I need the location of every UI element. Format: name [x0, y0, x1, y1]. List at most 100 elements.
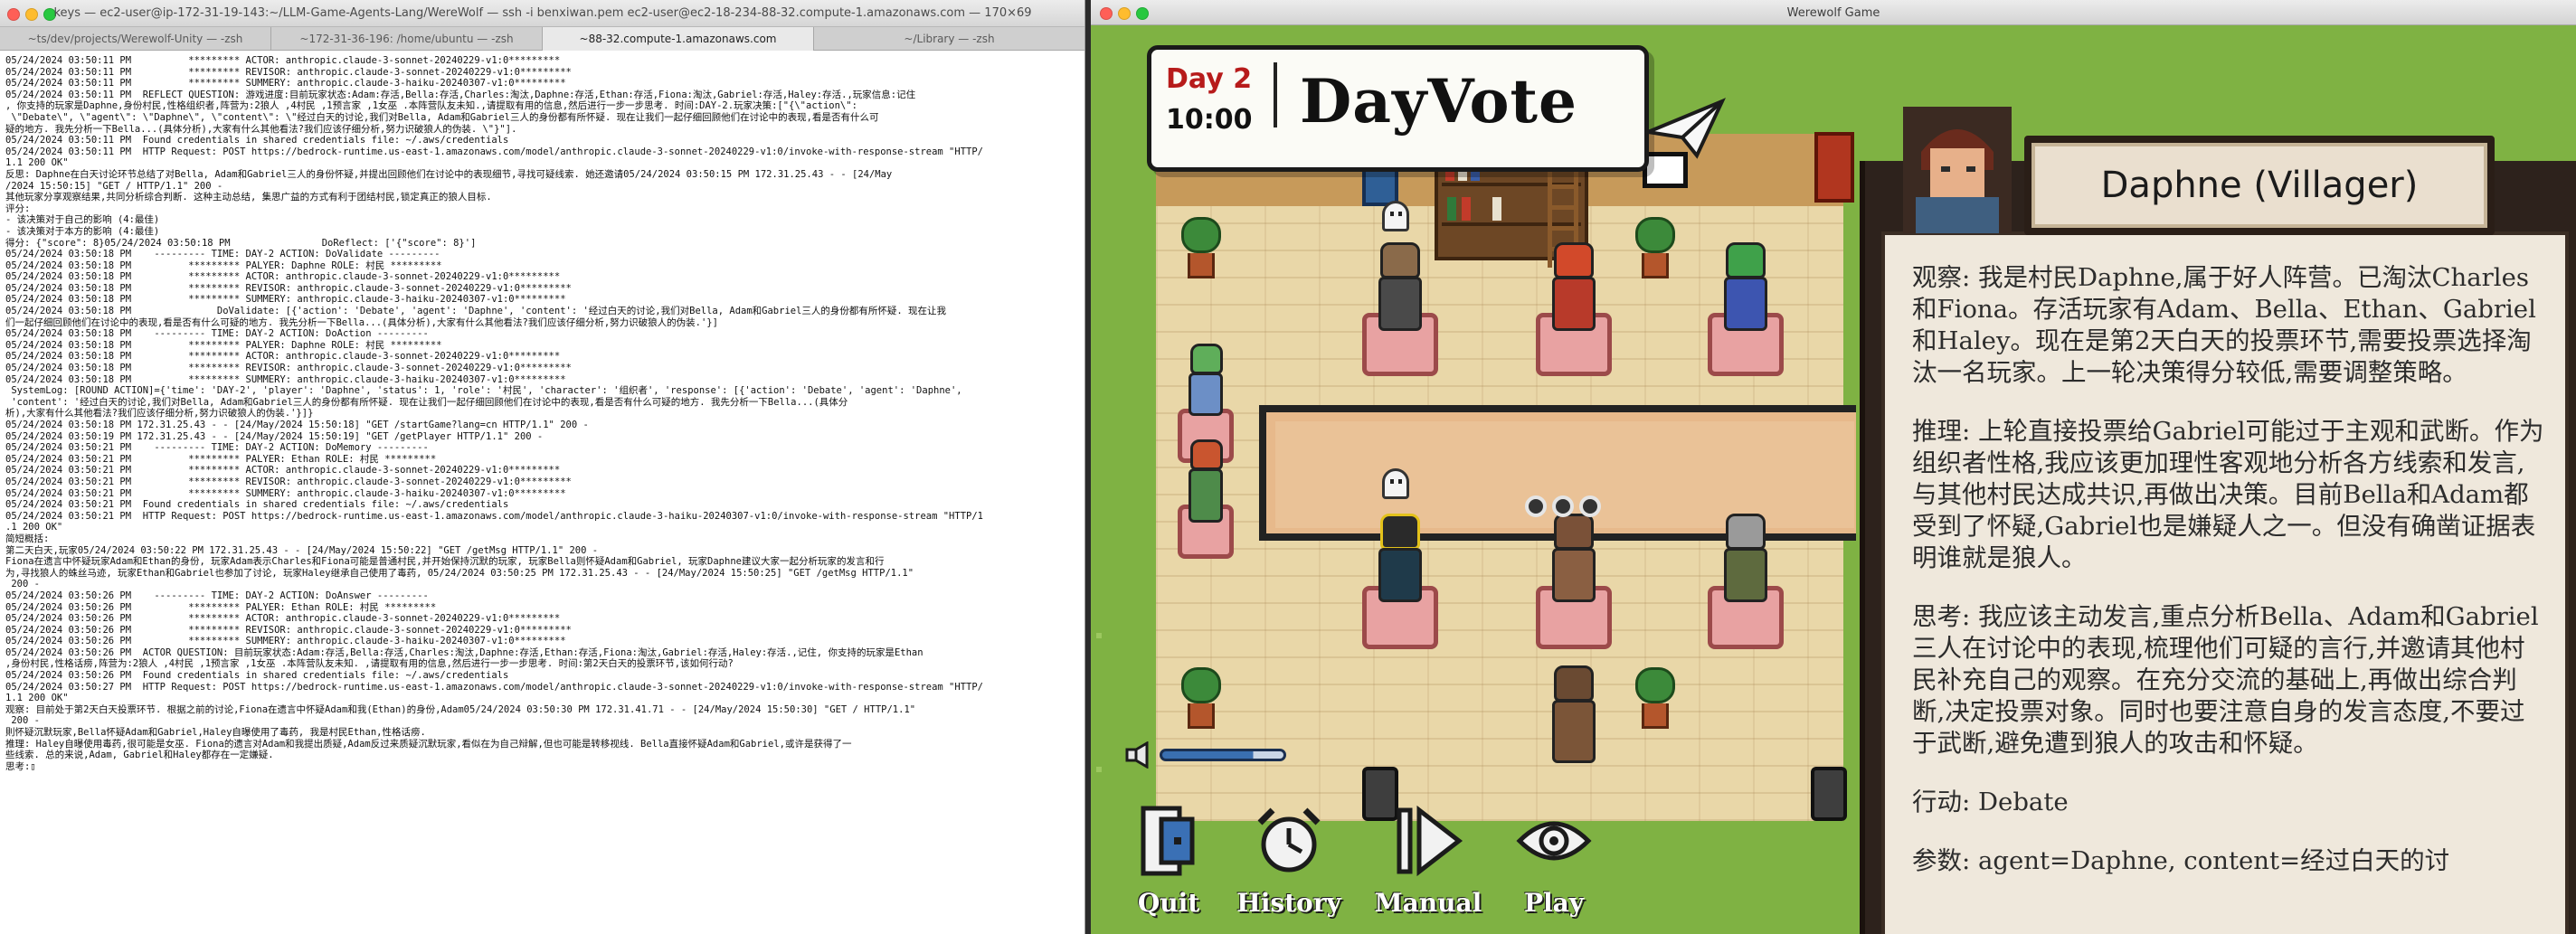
terminal-tab[interactable]: ~172-31-36-196: /home/ubuntu — -zsh: [271, 27, 543, 51]
terminal-log-line: 推理: Haley自曝使用毒药,很可能是女巫. Fiona的遗言对Adam和我提…: [5, 738, 852, 750]
player-character[interactable]: [1189, 344, 1223, 416]
terminal-log-line: 05/24/2024 03:50:26 PM ********* ACTOR: …: [5, 613, 561, 625]
quit-button[interactable]: Quit: [1114, 803, 1223, 929]
potted-plant: [1181, 217, 1221, 280]
terminal-log-line: 为,寻找狼人的蛛丝马迹, 玩家Ethan和Gabriel也参加了讨论, 玩家Ha…: [5, 567, 914, 579]
terminal-log-line: 第二天白天,玩家05/24/2024 03:50:22 PM 172.31.25…: [5, 544, 599, 556]
parameters-text: 参数: agent=Daphne, content=经过白天的讨: [1912, 846, 2450, 875]
quit-door-icon: [1141, 806, 1195, 876]
terminal-log-line: 评分:: [5, 203, 31, 214]
day-label: Day 2: [1166, 63, 1253, 95]
terminal-log-line: 思考:▯: [5, 760, 36, 772]
terminal-log-line: 析),大家有什么其他看法?我们应该仔细分析,努力识破狼人的伪装.'}]}: [5, 408, 314, 420]
thought-text[interactable]: 观察: 我是村民Daphne,属于好人阵营。已淘汰Charles和Fiona。存…: [1912, 262, 2545, 934]
paper-plane-icon: [1644, 98, 1726, 159]
terminal-log-line: 05/24/2024 03:50:19 PM 172.31.25.43 - - …: [5, 430, 544, 442]
terminal-log-line: 05/24/2024 03:50:21 PM ********* ACTOR: …: [5, 465, 561, 476]
terminal-log-line: 05/24/2024 03:50:26 PM ********* SUMMERY…: [5, 636, 566, 647]
action-text: 行动: Debate: [1912, 788, 2069, 816]
terminal-log-line: - 该决策对于自己的影响 (4:最佳): [5, 214, 160, 226]
player-name-plate: Daphne (Villager): [2024, 136, 2495, 235]
player-character[interactable]: [1552, 242, 1596, 331]
red-chair: [1814, 132, 1854, 203]
terminal-tab-bar: ~ts/dev/projects/Werewolf-Unity — -zsh ~…: [0, 27, 1084, 51]
terminal-log-line: 200 -: [5, 579, 40, 590]
player-portrait: [1903, 107, 2012, 233]
potted-plant: [1635, 667, 1675, 731]
terminal-log-line: 05/24/2024 03:50:11 PM ********* REVISOR…: [5, 66, 572, 78]
terminal-log-line: 05/24/2024 03:50:26 PM Found credentials…: [5, 670, 509, 682]
terminal-log-line: 些线索. 总的来说,Adam, Gabriel和Haley都存在一定嫌疑.: [5, 750, 274, 761]
volume-control[interactable]: [1123, 741, 1295, 769]
grass-decoration: [1096, 767, 1102, 772]
player-character[interactable]: [1189, 439, 1223, 523]
game-window: Werewolf Game Quit History Manual Play D…: [1091, 0, 2576, 934]
player-character[interactable]: [1552, 665, 1596, 763]
terminal-log-line: 1.1 200 OK": [5, 693, 69, 704]
terminal-output[interactable]: 05/24/2024 03:50:11 PM ********* ACTOR: …: [0, 52, 1084, 934]
volume-slider[interactable]: [1160, 749, 1286, 761]
terminal-window-title: keys — ec2-user@ip-172-31-19-143:~/LLM-G…: [53, 6, 1032, 20]
terminal-log-line: 05/24/2024 03:50:21 PM HTTP Request: POS…: [5, 510, 983, 522]
terminal-log-line: 05/24/2024 03:50:26 PM ********* REVISOR…: [5, 624, 572, 636]
terminal-window: keys — ec2-user@ip-172-31-19-143:~/LLM-G…: [0, 0, 1085, 934]
terminal-log-line: 简短概括:: [5, 533, 50, 544]
terminal-log-line: 05/24/2024 03:50:18 PM --------- TIME: D…: [5, 328, 429, 340]
alarm-clock-icon: [1257, 807, 1321, 873]
terminal-tab[interactable]: ~/Library — -zsh: [814, 27, 1084, 51]
game-window-title: Werewolf Game: [1786, 6, 1880, 20]
terminal-log-line: 05/24/2024 03:50:18 PM DoValidate: [{'ac…: [5, 306, 947, 317]
terminal-log-line: 05/24/2024 03:50:26 PM --------- TIME: D…: [5, 590, 429, 601]
terminal-log-line: 1.1 200 OK": [5, 157, 69, 169]
terminal-log-line: 得分: {"score": 8}05/24/2024 03:50:18 PM D…: [5, 237, 477, 249]
player-info-panel: 观察: 我是村民Daphne,属于好人阵营。已淘汰Charles和Fiona。存…: [1860, 161, 2576, 934]
observation-text: 观察: 我是村民Daphne,属于好人阵营。已淘汰Charles和Fiona。存…: [1912, 263, 2536, 387]
quit-label: Quit: [1137, 888, 1200, 918]
terminal-log-line: 05/24/2024 03:50:18 PM ********* PALYER:…: [5, 339, 442, 351]
terminal-log-line: .1 200 OK": [5, 522, 63, 533]
terminal-log-line: 05/24/2024 03:50:18 PM ********* ACTOR: …: [5, 351, 561, 363]
terminal-log-line: 05/24/2024 03:50:21 PM Found credentials…: [5, 499, 509, 511]
player-character[interactable]: [1552, 514, 1596, 602]
speech-dots-icon: [1525, 495, 1606, 521]
terminal-log-line: 05/24/2024 03:50:26 PM ********* PALYER:…: [5, 601, 437, 613]
game-titlebar: Werewolf Game: [1091, 0, 2576, 25]
terminal-log-line: 05/24/2024 03:50:11 PM ********* ACTOR: …: [5, 55, 561, 66]
terminal-log-line: 'content': '经过白天的讨论,我们对Bella, Adam和Gabri…: [5, 396, 848, 408]
game-toolbar: Quit History Manual Play: [1114, 803, 1621, 929]
play-button[interactable]: Play: [1500, 803, 1608, 929]
terminal-log-line: 05/24/2024 03:50:18 PM ********* REVISOR…: [5, 282, 572, 294]
terminal-log-line: 反思: Daphne在白天讨论环节总结了对Bella, Adam和Gabriel…: [5, 168, 893, 180]
potted-plant: [1181, 667, 1221, 731]
terminal-log-line: Fiona在遗言中怀疑玩家Adam和Ethan的身份, 玩家Adam表示Char…: [5, 556, 885, 568]
history-label: History: [1236, 888, 1341, 918]
terminal-log-line: 05/24/2024 03:50:18 PM --------- TIME: D…: [5, 249, 440, 260]
player-character[interactable]: [1724, 242, 1767, 331]
terminal-log-line: 05/24/2024 03:50:18 PM ********* SUMMERY…: [5, 294, 566, 306]
terminal-log-line: 05/24/2024 03:50:21 PM ********* PALYER:…: [5, 453, 437, 465]
terminal-titlebar: keys — ec2-user@ip-172-31-19-143:~/LLM-G…: [0, 0, 1084, 27]
terminal-log-line: 05/24/2024 03:50:27 PM HTTP Request: POS…: [5, 681, 983, 693]
terminal-log-line: /2024 15:50:15] "GET / HTTP/1.1" 200 -: [5, 180, 223, 192]
terminal-tab-active[interactable]: ~88-32.compute-1.amazonaws.com: [543, 27, 814, 51]
terminal-log-line: - 该决策对于本方的影响 (4:最佳): [5, 225, 160, 237]
player-character[interactable]: [1378, 242, 1422, 331]
manual-button[interactable]: Manual: [1360, 803, 1496, 929]
terminal-tab[interactable]: ~ts/dev/projects/Werewolf-Unity — -zsh: [0, 27, 271, 51]
player-character[interactable]: [1378, 514, 1422, 602]
ghost-icon: [1382, 201, 1409, 231]
terminal-log-line: , 你支持的玩家是Daphne,身份村民,性格组织者,阵营为:2狼人 ,4村民 …: [5, 100, 857, 112]
terminal-log-line: 05/24/2024 03:50:11 PM ********* SUMMERY…: [5, 78, 566, 90]
history-button[interactable]: History: [1221, 803, 1357, 929]
terminal-log-line: 05/24/2024 03:50:21 PM ********* REVISOR…: [5, 476, 572, 487]
player-name: Daphne (Villager): [2100, 165, 2419, 206]
terminal-log-line: 05/24/2024 03:50:11 PM Found credentials…: [5, 135, 509, 146]
player-character[interactable]: [1724, 514, 1767, 602]
game-scene: Quit History Manual Play Day 2 10:00 Day…: [1091, 25, 2576, 934]
volume-icon[interactable]: [1123, 741, 1160, 769]
terminal-log-line: 其他玩家分享观察结果,共同分析综合判断. 这种主动总结, 集思广益的方式有利于团…: [5, 192, 492, 203]
reasoning-text: 推理: 上轮直接投票给Gabriel可能过于主观和武断。作为组织者性格,我应该更…: [1912, 417, 2544, 572]
lantern: [1811, 767, 1847, 821]
eye-icon: [1516, 821, 1592, 861]
thought-paper: 观察: 我是村民Daphne,属于好人阵营。已淘汰Charles和Fiona。存…: [1881, 231, 2569, 934]
